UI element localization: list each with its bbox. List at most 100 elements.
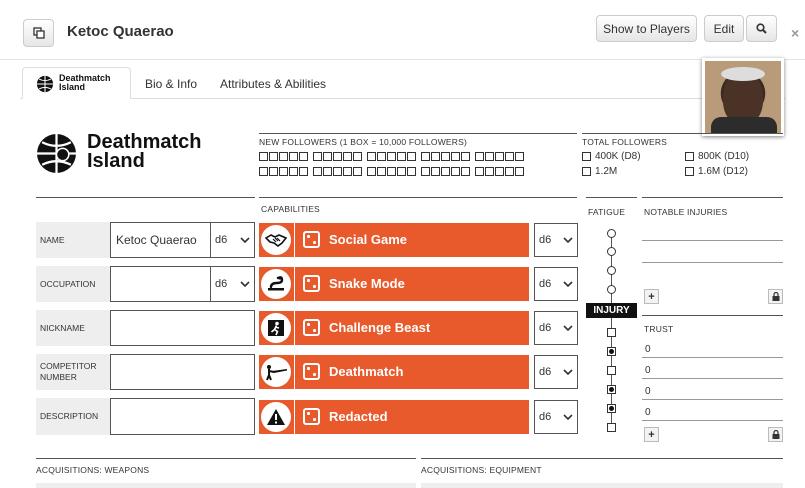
- capability-redacted[interactable]: Redacted: [259, 400, 529, 434]
- trust-line-4: [642, 420, 783, 421]
- occupation-die-select[interactable]: d6: [210, 266, 255, 302]
- total-800k-option[interactable]: 800K (D10): [685, 151, 749, 162]
- fatigue-pip-2[interactable]: [607, 247, 616, 256]
- trust-line-2: [642, 378, 783, 379]
- description-input[interactable]: [110, 398, 255, 435]
- tab-attributes-abilities[interactable]: Attributes & Abilities: [220, 77, 326, 91]
- tab-deathmatch-island[interactable]: Deathmatch Island: [22, 67, 131, 99]
- capability-separator: [294, 223, 295, 257]
- capability-separator: [294, 311, 295, 345]
- capability-challenge-beast[interactable]: Challenge Beast: [259, 311, 529, 345]
- header-divider: [0, 59, 805, 60]
- lock-icon: [772, 430, 779, 439]
- trust-line-3: [642, 399, 783, 400]
- trust-value-4[interactable]: 0: [645, 407, 651, 418]
- fatigue-pip-1[interactable]: [607, 229, 616, 238]
- deathmatch-logo-icon: [36, 75, 54, 93]
- trust-value-3[interactable]: 0: [645, 386, 651, 397]
- snake-icon: [261, 269, 291, 299]
- challenge-beast-die-select[interactable]: d6: [534, 311, 578, 345]
- rifle-icon: [261, 357, 291, 387]
- snake-mode-die-value: d6: [539, 278, 552, 290]
- handshake-icon: [261, 225, 291, 255]
- die-icon: [303, 231, 320, 248]
- nickname-input[interactable]: [110, 310, 255, 346]
- lock-trust-button[interactable]: [768, 427, 783, 442]
- add-trust-button[interactable]: +: [644, 427, 659, 442]
- chevron-down-icon: [563, 281, 573, 287]
- trust-value-2[interactable]: 0: [645, 365, 651, 376]
- chevron-down-icon: [240, 281, 250, 287]
- injury-box-1[interactable]: [607, 328, 616, 337]
- competitor-number-input[interactable]: [110, 354, 255, 390]
- injury-box-3[interactable]: [607, 366, 616, 375]
- show-to-players-button[interactable]: Show to Players: [596, 15, 697, 42]
- acquisitions-equipment-label: ACQUISITIONS: EQUIPMENT: [421, 465, 542, 475]
- snake-mode-die-select[interactable]: d6: [534, 267, 578, 301]
- new-followers-label: NEW FOLLOWERS (1 BOX = 10,000 FOLLOWERS): [259, 137, 468, 147]
- fatigue-top-rule: [586, 197, 637, 198]
- capability-name: Deathmatch: [329, 364, 404, 379]
- tab-bio-info[interactable]: Bio & Info: [145, 77, 197, 91]
- add-injury-button[interactable]: +: [644, 289, 659, 304]
- name-die-value: d6: [215, 234, 228, 246]
- injury-box-4[interactable]: [607, 385, 616, 394]
- fatigue-pip-3[interactable]: [607, 266, 616, 275]
- lock-injuries-button[interactable]: [768, 289, 783, 304]
- trust-label: TRUST: [644, 324, 674, 334]
- total-400k-option[interactable]: 400K (D8): [582, 151, 641, 162]
- close-icon[interactable]: ×: [791, 25, 799, 41]
- injury-box-5[interactable]: [607, 404, 616, 413]
- occupation-die-value: d6: [215, 278, 228, 290]
- popout-button[interactable]: [23, 19, 54, 47]
- capability-social-game[interactable]: Social Game: [259, 223, 529, 257]
- edit-button[interactable]: Edit: [704, 15, 744, 42]
- name-label: NAME: [36, 222, 110, 258]
- capability-separator: [294, 400, 295, 434]
- trust-top-rule: [642, 315, 783, 316]
- notable-injuries-label: NOTABLE INJURIES: [644, 207, 728, 217]
- climber-icon: [261, 313, 291, 343]
- total-1-2m-option[interactable]: 1.2M: [582, 166, 617, 177]
- trust-line-1: [642, 357, 783, 358]
- injury-box-2[interactable]: [607, 347, 616, 356]
- description-label: DESCRIPTION: [36, 398, 110, 435]
- new-followers-row-2[interactable]: [259, 167, 525, 176]
- injury-box-6[interactable]: [607, 423, 616, 432]
- die-icon: [303, 363, 320, 380]
- challenge-beast-die-value: d6: [539, 322, 552, 334]
- fatigue-pip-4[interactable]: [607, 285, 616, 294]
- deathmatch-island-logo-icon: [37, 134, 76, 173]
- total-1-6m-label: 1.6M (D12): [698, 166, 749, 177]
- injury-line-2: [642, 262, 783, 263]
- capability-snake-mode[interactable]: Snake Mode: [259, 267, 529, 301]
- name-input[interactable]: Ketoc Quaerao: [110, 222, 211, 258]
- total-1-6m-option[interactable]: 1.6M (D12): [685, 166, 748, 177]
- occupation-input[interactable]: [110, 266, 211, 302]
- redacted-die-select[interactable]: d6: [534, 400, 578, 434]
- total-followers-label: TOTAL FOLLOWERS: [582, 137, 668, 147]
- deathmatch-die-select[interactable]: d6: [534, 355, 578, 389]
- capability-name: Snake Mode: [329, 276, 405, 291]
- character-avatar[interactable]: [702, 58, 784, 136]
- equipment-top-rule: [421, 458, 783, 459]
- redacted-die-value: d6: [539, 411, 552, 423]
- name-die-select[interactable]: d6: [210, 222, 255, 258]
- weapons-header-bar: [36, 483, 416, 488]
- total-followers-top-rule: [582, 133, 783, 134]
- acquisitions-weapons-label: ACQUISITIONS: WEAPONS: [36, 465, 150, 475]
- total-1-2m-label: 1.2M: [595, 166, 618, 177]
- new-followers-row-1[interactable]: [259, 152, 525, 161]
- die-icon: [303, 275, 320, 292]
- weapons-top-rule: [36, 458, 416, 459]
- trust-value-1[interactable]: 0: [645, 344, 651, 355]
- capabilities-label: CAPABILITIES: [261, 204, 320, 214]
- total-800k-label: 800K (D10): [698, 151, 750, 162]
- social-game-die-select[interactable]: d6: [534, 223, 578, 257]
- chevron-down-icon: [240, 237, 250, 243]
- lock-icon: [772, 292, 779, 301]
- warning-icon: [261, 402, 291, 432]
- capability-deathmatch[interactable]: Deathmatch: [259, 355, 529, 389]
- total-400k-label: 400K (D8): [595, 151, 641, 162]
- search-button[interactable]: [746, 15, 777, 42]
